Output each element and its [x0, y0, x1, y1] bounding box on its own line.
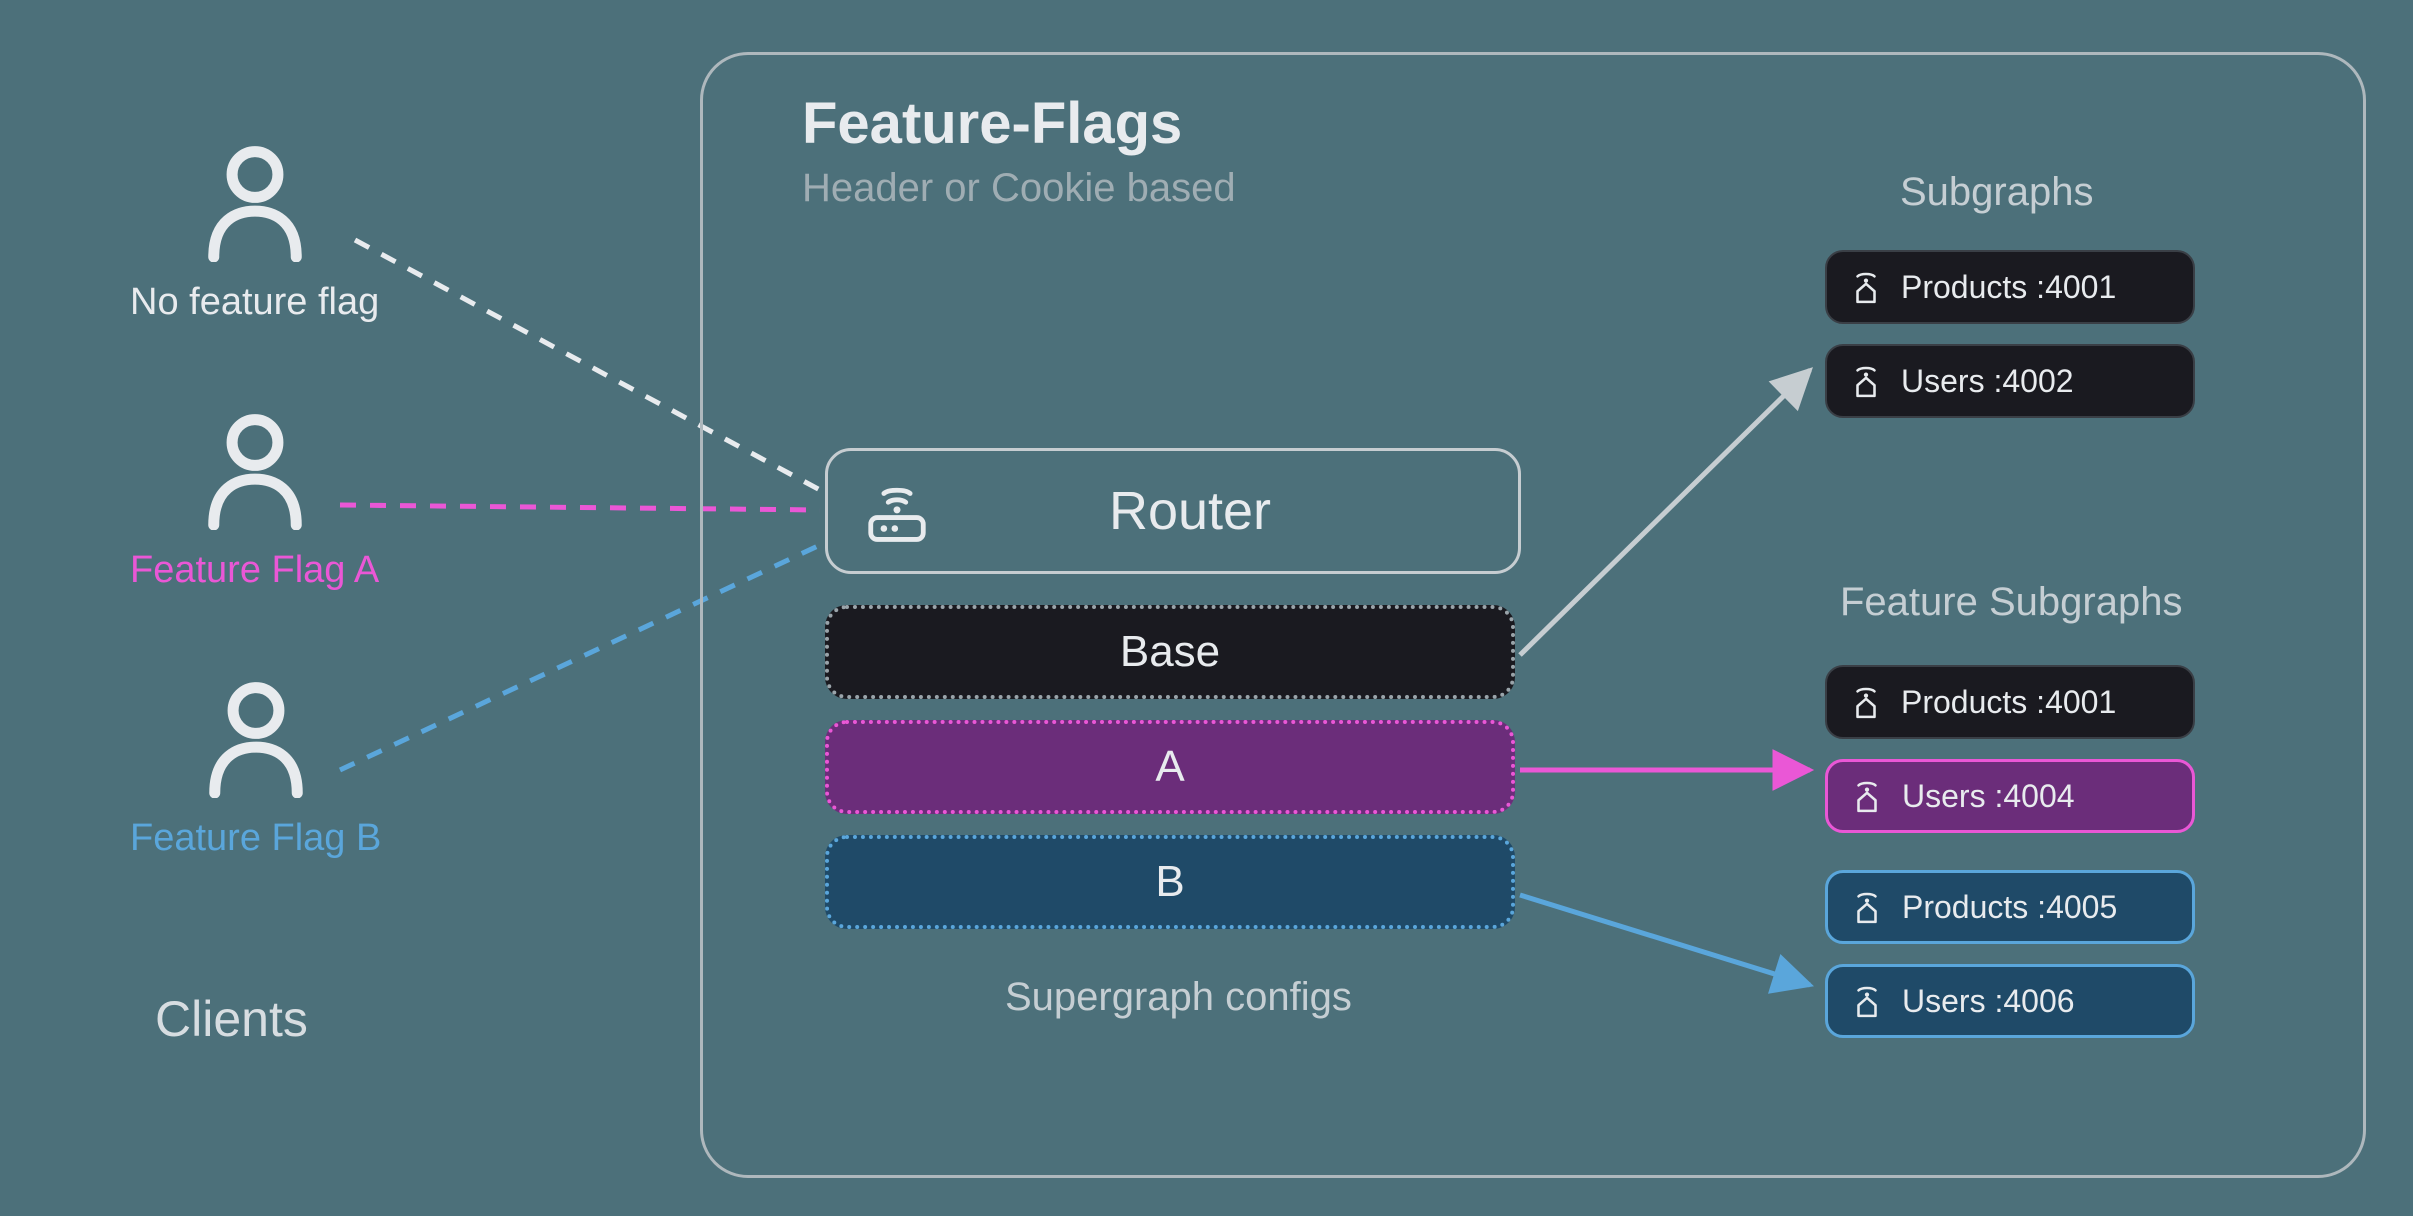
chip-label: Products :4001 — [1901, 684, 2116, 721]
feature-flags-subtitle: Header or Cookie based — [802, 166, 1236, 211]
config-label: A — [1155, 742, 1184, 792]
feature-subgraph-products-4005: Products :4005 — [1825, 870, 2195, 944]
chip-label: Products :4005 — [1902, 889, 2117, 926]
wifi-home-icon — [1849, 685, 1883, 719]
wifi-home-icon — [1850, 984, 1884, 1018]
router-icon — [862, 476, 932, 546]
chip-label: Products :4001 — [1901, 269, 2116, 306]
person-icon — [200, 142, 310, 262]
client-no-flag: No feature flag — [130, 142, 379, 324]
config-b: B — [825, 835, 1515, 929]
subgraph-users: Users :4002 — [1825, 344, 2195, 418]
wifi-home-icon — [1849, 270, 1883, 304]
config-label: Base — [1120, 627, 1220, 677]
subgraphs-title: Subgraphs — [1900, 170, 2093, 215]
feature-flags-title: Feature-Flags — [802, 90, 1182, 157]
wifi-home-icon — [1850, 890, 1884, 924]
router-box: Router — [825, 448, 1521, 574]
person-icon — [200, 410, 310, 530]
config-base: Base — [825, 605, 1515, 699]
client-flag-b: Feature Flag B — [130, 678, 381, 860]
config-label: B — [1155, 857, 1184, 907]
subgraph-products: Products :4001 — [1825, 250, 2195, 324]
feature-subgraph-users-4004: Users :4004 — [1825, 759, 2195, 833]
client-label: Feature Flag B — [130, 817, 381, 860]
clients-title: Clients — [155, 990, 308, 1048]
chip-label: Users :4006 — [1902, 983, 2075, 1020]
wifi-home-icon — [1850, 779, 1884, 813]
feature-subgraph-products-1: Products :4001 — [1825, 665, 2195, 739]
config-a: A — [825, 720, 1515, 814]
router-label: Router — [932, 480, 1518, 542]
chip-label: Users :4002 — [1901, 363, 2074, 400]
person-icon — [201, 678, 311, 798]
feature-subgraphs-title: Feature Subgraphs — [1840, 580, 2182, 625]
client-label: No feature flag — [130, 281, 379, 324]
chip-label: Users :4004 — [1902, 778, 2075, 815]
client-label: Feature Flag A — [130, 549, 379, 592]
diagram-stage: No feature flag Feature Flag A Feature F… — [0, 0, 2413, 1216]
wifi-home-icon — [1849, 364, 1883, 398]
feature-subgraph-users-4006: Users :4006 — [1825, 964, 2195, 1038]
client-flag-a: Feature Flag A — [130, 410, 379, 592]
configs-label: Supergraph configs — [1005, 975, 1352, 1020]
